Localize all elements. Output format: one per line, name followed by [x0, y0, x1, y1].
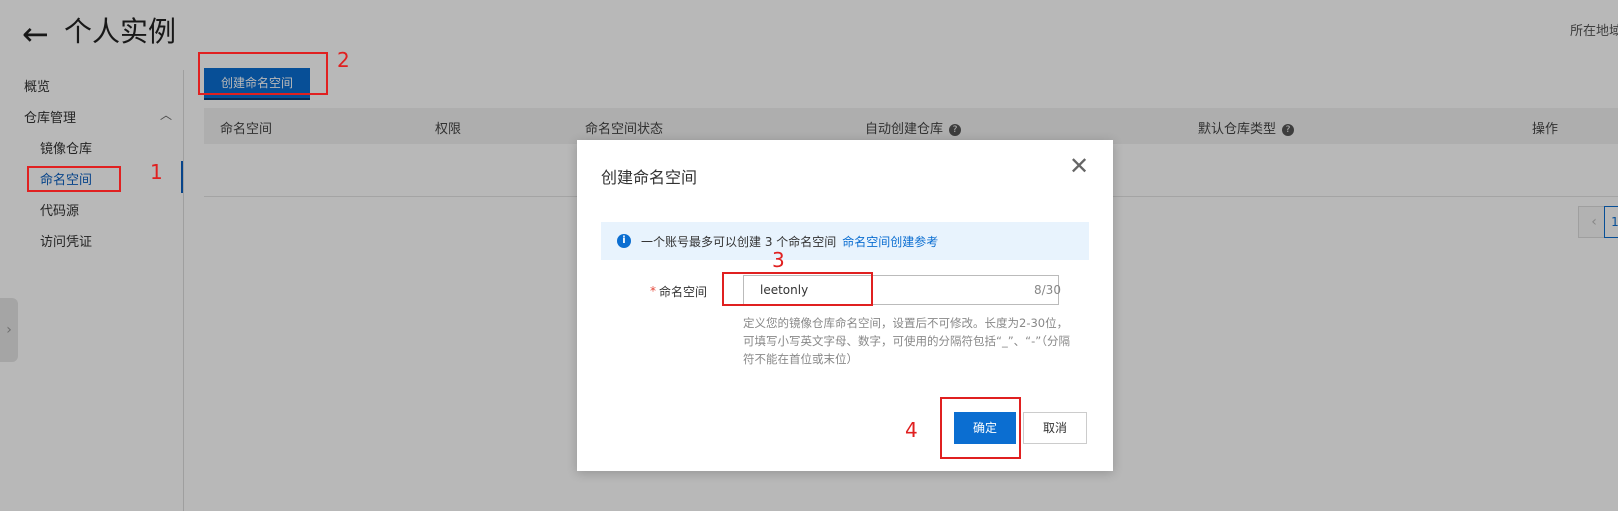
annotation-box-2	[198, 52, 328, 95]
namespace-field-label: 命名空间	[659, 285, 708, 299]
cancel-button[interactable]: 取消	[1023, 412, 1087, 444]
annotation-number-4: 4	[905, 418, 918, 442]
annotation-number-2: 2	[337, 48, 350, 72]
close-icon[interactable]: ✕	[1069, 152, 1089, 180]
info-banner: i 一个账号最多可以创建 3 个命名空间 命名空间创建参考	[601, 222, 1089, 260]
annotation-box-4	[940, 397, 1021, 459]
info-link[interactable]: 命名空间创建参考	[842, 235, 938, 249]
dialog-title: 创建命名空间	[601, 168, 698, 187]
required-mark: *	[650, 284, 656, 298]
annotation-number-1: 1	[150, 160, 163, 184]
annotation-box-1	[27, 166, 121, 192]
char-counter: 8/30	[1034, 283, 1061, 297]
annotation-box-3	[722, 272, 873, 306]
info-text: 一个账号最多可以创建 3 个命名空间 命名空间创建参考	[641, 235, 939, 249]
info-icon: i	[617, 234, 631, 248]
namespace-help-text: 定义您的镜像仓库命名空间，设置后不可修改。长度为2-30位，可填写小写英文字母、…	[743, 316, 1070, 366]
annotation-number-3: 3	[772, 248, 785, 272]
